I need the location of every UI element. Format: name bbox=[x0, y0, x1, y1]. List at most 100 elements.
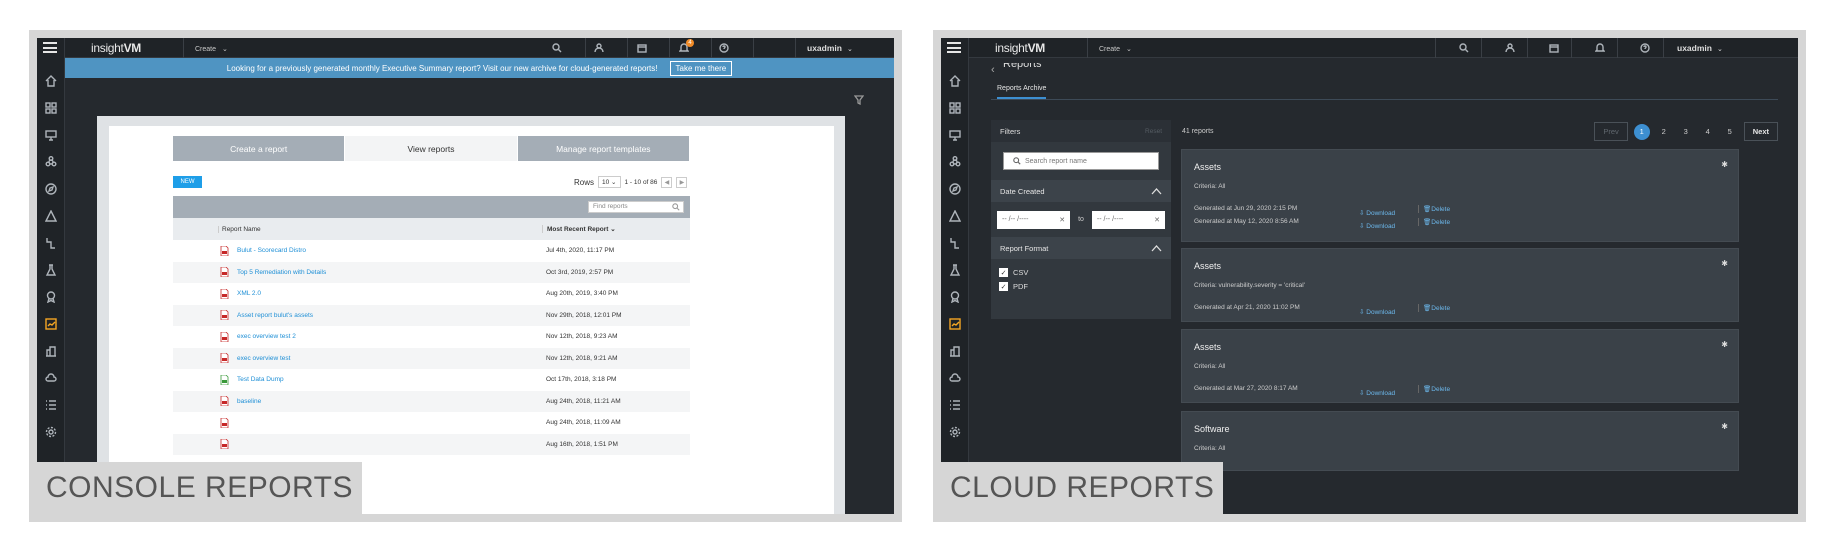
cloud-icon[interactable] bbox=[947, 370, 963, 386]
menu-icon[interactable] bbox=[43, 42, 57, 53]
rows-select[interactable]: 10 ⌄ bbox=[598, 176, 621, 188]
tab-manage-templates[interactable]: Manage report templates bbox=[517, 136, 690, 161]
triangle-icon[interactable] bbox=[43, 208, 59, 224]
reports-icon[interactable] bbox=[43, 316, 59, 332]
search-report-input[interactable]: Search report name bbox=[1003, 152, 1159, 170]
list-icon[interactable] bbox=[947, 397, 963, 413]
download-link[interactable]: ⇩ Download bbox=[1359, 209, 1395, 217]
table-row[interactable]: exec overview test 2 Nov 12th, 2018, 9:23… bbox=[173, 326, 690, 348]
help-icon[interactable] bbox=[1638, 41, 1652, 55]
home-icon[interactable] bbox=[43, 73, 59, 89]
page-1[interactable]: 1 bbox=[1633, 123, 1650, 140]
search-icon[interactable] bbox=[1457, 41, 1471, 55]
award-icon[interactable] bbox=[947, 289, 963, 305]
report-name-link[interactable]: Top 5 Remediation with Details bbox=[237, 269, 326, 276]
delete-link[interactable]: 🗑Delete bbox=[1418, 385, 1450, 393]
gear-icon[interactable] bbox=[43, 424, 59, 440]
menu-icon[interactable] bbox=[947, 42, 961, 53]
workflow-icon[interactable] bbox=[947, 235, 963, 251]
find-reports-input[interactable]: Find reports bbox=[588, 201, 684, 213]
gear-icon[interactable]: ✱ bbox=[1721, 340, 1728, 349]
gear-icon[interactable] bbox=[947, 424, 963, 440]
download-link[interactable]: ⇩ Download bbox=[1359, 222, 1395, 230]
date-from-input[interactable]: -- /-- /---- ✕ bbox=[997, 210, 1071, 229]
download-link[interactable]: ⇩ Download bbox=[1359, 308, 1395, 316]
gear-icon[interactable]: ✱ bbox=[1721, 259, 1728, 268]
calendar-icon[interactable] bbox=[1547, 41, 1561, 55]
user-network-icon[interactable] bbox=[592, 41, 606, 55]
calendar-icon[interactable] bbox=[635, 41, 649, 55]
col-report-name[interactable]: Report Name bbox=[218, 225, 542, 233]
table-row[interactable]: Asset report bulut's assets Nov 29th, 201… bbox=[173, 304, 690, 326]
prev-page-icon[interactable]: ◀ bbox=[661, 176, 673, 188]
user-network-icon[interactable] bbox=[1503, 41, 1517, 55]
filter-icon[interactable] bbox=[853, 92, 865, 110]
create-menu[interactable]: Create ⌄ bbox=[1099, 43, 1132, 53]
workflow-icon[interactable] bbox=[43, 235, 59, 251]
next-page-icon[interactable]: ▶ bbox=[676, 176, 688, 188]
building-icon[interactable] bbox=[43, 343, 59, 359]
building-icon[interactable] bbox=[947, 343, 963, 359]
award-icon[interactable] bbox=[43, 289, 59, 305]
page-4[interactable]: 4 bbox=[1700, 124, 1716, 140]
report-name-link[interactable]: Bulut - Scorecard Distro bbox=[237, 247, 306, 254]
col-most-recent[interactable]: Most Recent Report ⌄ bbox=[542, 225, 616, 233]
page-2[interactable]: 2 bbox=[1656, 124, 1672, 140]
delete-link[interactable]: 🗑Delete bbox=[1418, 218, 1450, 226]
tab-create-report[interactable]: Create a report bbox=[173, 136, 346, 161]
next-button[interactable]: Next bbox=[1743, 122, 1778, 141]
bell-icon[interactable]: 4 bbox=[677, 39, 694, 55]
triangle-icon[interactable] bbox=[947, 208, 963, 224]
dashboard-icon[interactable] bbox=[947, 100, 963, 116]
back-chevron-icon[interactable]: ‹ bbox=[991, 64, 995, 76]
monitor-icon[interactable] bbox=[43, 127, 59, 143]
download-link[interactable]: ⇩ Download bbox=[1359, 389, 1395, 397]
date-created-section[interactable]: Date Created bbox=[991, 180, 1171, 202]
create-menu[interactable]: Create ⌄ bbox=[195, 43, 228, 53]
new-report-button[interactable]: NEW bbox=[173, 176, 202, 188]
page-5[interactable]: 5 bbox=[1722, 124, 1738, 140]
report-name-link[interactable]: XML 2.0 bbox=[237, 290, 261, 297]
help-icon[interactable] bbox=[717, 41, 731, 55]
gear-icon[interactable]: ✱ bbox=[1721, 422, 1728, 431]
biohazard-icon[interactable] bbox=[947, 154, 963, 170]
user-menu[interactable]: uxadmin ⌄ bbox=[1677, 43, 1723, 53]
biohazard-icon[interactable] bbox=[43, 154, 59, 170]
clear-icon[interactable]: ✕ bbox=[1059, 216, 1065, 224]
table-row[interactable]: Aug 24th, 2018, 11:09 AM bbox=[173, 412, 690, 434]
table-row[interactable]: Top 5 Remediation with Details Oct 3rd, 2… bbox=[173, 261, 690, 283]
bell-icon[interactable] bbox=[1593, 41, 1607, 55]
table-row[interactable]: Test Data Dump Oct 17th, 2018, 3:18 PM bbox=[173, 369, 690, 391]
compass-icon[interactable] bbox=[43, 181, 59, 197]
date-to-input[interactable]: -- /-- /---- ✕ bbox=[1091, 210, 1165, 229]
report-name-link[interactable]: Asset report bulut's assets bbox=[237, 312, 313, 319]
table-row[interactable]: exec overview test Nov 12th, 2018, 9:21 A… bbox=[173, 347, 690, 369]
user-menu[interactable]: uxadmin ⌄ bbox=[807, 43, 853, 53]
page-3[interactable]: 3 bbox=[1678, 124, 1694, 140]
reports-icon[interactable] bbox=[947, 316, 963, 332]
home-icon[interactable] bbox=[947, 73, 963, 89]
table-row[interactable]: baseline Aug 24th, 2018, 11:21 AM bbox=[173, 390, 690, 412]
flask-icon[interactable] bbox=[43, 262, 59, 278]
table-row[interactable]: Aug 16th, 2018, 1:51 PM bbox=[173, 433, 690, 455]
compass-icon[interactable] bbox=[947, 181, 963, 197]
take-me-there-button[interactable]: Take me there bbox=[669, 60, 733, 76]
search-icon[interactable] bbox=[550, 41, 564, 55]
report-name-link[interactable]: exec overview test 2 bbox=[237, 333, 296, 340]
monitor-icon[interactable] bbox=[947, 127, 963, 143]
clear-icon[interactable]: ✕ bbox=[1154, 216, 1160, 224]
table-row[interactable]: Bulut - Scorecard Distro Jul 4th, 2020, 1… bbox=[173, 240, 690, 262]
delete-link[interactable]: 🗑Delete bbox=[1418, 304, 1450, 312]
report-name-link[interactable]: exec overview test bbox=[237, 355, 290, 362]
tab-reports-archive[interactable]: Reports Archive bbox=[997, 85, 1047, 99]
format-pdf-checkbox[interactable]: ✓ PDF bbox=[999, 282, 1163, 291]
tab-view-reports[interactable]: View reports bbox=[345, 136, 518, 161]
list-icon[interactable] bbox=[43, 397, 59, 413]
report-format-section[interactable]: Report Format bbox=[991, 237, 1171, 259]
table-row[interactable]: XML 2.0 Aug 20th, 2019, 3:40 PM bbox=[173, 283, 690, 305]
flask-icon[interactable] bbox=[947, 262, 963, 278]
report-name-link[interactable]: Test Data Dump bbox=[237, 376, 284, 383]
cloud-icon[interactable] bbox=[43, 370, 59, 386]
prev-button[interactable]: Prev bbox=[1594, 122, 1628, 141]
gear-icon[interactable]: ✱ bbox=[1721, 160, 1728, 169]
